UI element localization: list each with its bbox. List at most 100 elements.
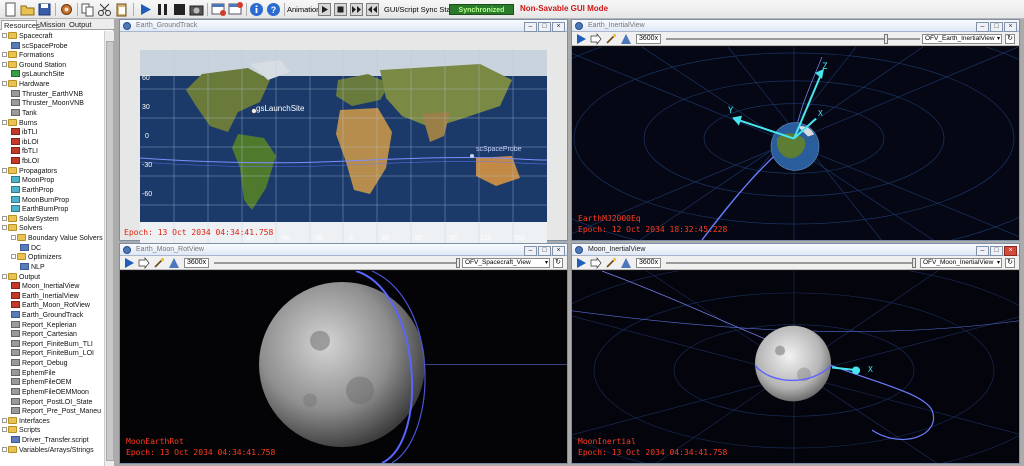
view-options-icon[interactable] (620, 257, 632, 269)
rot-view-scene[interactable]: MoonEarthRot Epoch: 13 Oct 2034 04:34:41… (120, 271, 567, 463)
expand-toggle-icon[interactable] (2, 417, 7, 423)
tree-item[interactable]: EphemFileOEMMoon (11, 387, 89, 398)
earth-groundtrack-window[interactable]: Earth_GroundTrack – □ × gsLaunchSite scS… (119, 19, 568, 245)
earth-inertial-scene[interactable]: Z Y X EarthMJ2000Eq Epoch: 12 Oct 2034 1… (572, 47, 1019, 240)
maximize-button[interactable]: □ (538, 246, 551, 256)
tab-output[interactable]: Output (67, 20, 93, 30)
tab-resources[interactable]: Resources (1, 20, 40, 30)
expand-toggle-icon[interactable] (2, 81, 7, 87)
timeline-slider[interactable] (214, 262, 460, 264)
tree-item[interactable]: Tank (11, 108, 37, 119)
wand-icon[interactable] (153, 257, 165, 269)
tree-scrollbar-thumb[interactable] (106, 41, 114, 461)
animation-speed-field[interactable]: 3600x (184, 258, 209, 268)
tree-item[interactable]: Moon_InertialView (11, 282, 79, 292)
copy-icon[interactable] (80, 2, 95, 17)
maximize-button[interactable]: □ (990, 246, 1003, 256)
tree-item[interactable]: scSpaceProbe (11, 41, 68, 52)
maximize-button[interactable]: □ (990, 22, 1003, 32)
stop-icon[interactable] (172, 2, 187, 17)
close-all-windows-icon[interactable] (211, 2, 226, 17)
tree-item[interactable]: Report_FiniteBurn_LOI (11, 349, 94, 359)
minimize-button[interactable]: – (976, 246, 989, 256)
view-options-icon[interactable] (168, 257, 180, 269)
expand-toggle-icon[interactable] (2, 52, 7, 58)
tree-item[interactable]: fbLOI (11, 157, 39, 167)
tree-folder[interactable]: Interfaces (2, 416, 50, 427)
tree-item[interactable]: MoonBurnProp (11, 195, 69, 206)
view-option-dropdown[interactable]: OFV_Moon_InertialView ▾ (920, 258, 1002, 268)
new-mission-icon[interactable] (3, 2, 18, 17)
tree-item[interactable]: Earth_InertialView (11, 291, 79, 302)
scissors-icon[interactable] (97, 2, 112, 17)
tree-folder[interactable]: Optimizers (11, 253, 61, 263)
tree-item[interactable]: Driver_Transfer.script (11, 436, 89, 446)
moon-inertial-scene[interactable]: X MoonInertial Epoch: 13 Oct 2034 04:34:… (572, 271, 1019, 463)
open-folder-icon[interactable] (20, 2, 35, 17)
step-icon[interactable] (138, 257, 150, 269)
tree-item[interactable]: EarthProp (11, 185, 54, 196)
animation-faster-button[interactable] (350, 3, 363, 16)
play-icon[interactable] (575, 257, 587, 269)
play-icon[interactable] (123, 257, 135, 269)
tree-item[interactable]: EarthBurnProp (11, 205, 68, 215)
expand-toggle-icon[interactable] (2, 119, 7, 125)
view-options-icon[interactable] (620, 33, 632, 45)
tree-item[interactable]: gsLaunchSite (11, 70, 64, 80)
groundtrack-canvas[interactable]: gsLaunchSite scSpaceProbe 60 30 0 -30 -6… (120, 32, 567, 245)
minimize-button[interactable]: – (976, 22, 989, 32)
screenshot-icon[interactable] (189, 2, 204, 17)
tree-folder[interactable]: Spacecraft (2, 32, 52, 42)
close-window-icon[interactable] (228, 2, 243, 17)
minimize-button[interactable]: – (524, 22, 537, 32)
expand-toggle-icon[interactable] (2, 273, 7, 279)
step-icon[interactable] (590, 33, 602, 45)
tree-item[interactable]: MoonProp (11, 176, 54, 186)
timeline-slider-thumb[interactable] (912, 258, 916, 268)
tree-item[interactable]: DC (20, 243, 41, 254)
close-button[interactable]: × (1004, 22, 1017, 32)
tree-item[interactable]: EphemFile (11, 368, 55, 379)
paste-icon[interactable] (114, 2, 129, 17)
view-option-dropdown[interactable]: OFV_Spacecraft_View ▾ (462, 258, 550, 268)
tree-folder[interactable]: Boundary Value Solvers (11, 234, 103, 244)
tree-folder[interactable]: Variables/Arrays/Strings (2, 445, 94, 456)
earth-moon-rot-view-window[interactable]: Earth_Moon_RotView – □ × 3600x OFV_Spacecr… (119, 243, 568, 464)
view-option-dropdown[interactable]: OFV_Earth_InertialView ▾ (922, 34, 1002, 44)
save-icon[interactable] (37, 2, 52, 17)
expand-toggle-icon[interactable] (2, 33, 7, 38)
info-icon[interactable] (249, 2, 264, 17)
earth-inertial-view-window[interactable]: Earth_InertialView – □ × 3600x OFV_Earth_I… (571, 19, 1020, 241)
tree-item[interactable]: Report_PostLOI_State (11, 397, 92, 408)
tree-folder[interactable]: SolarSystem (2, 214, 59, 225)
gear-icon[interactable] (59, 2, 74, 17)
timeline-slider-thumb[interactable] (456, 258, 460, 268)
tree-folder[interactable]: Propagators (2, 166, 57, 177)
expand-toggle-icon[interactable] (11, 235, 16, 241)
minimize-button[interactable]: – (524, 246, 537, 256)
close-button[interactable]: × (552, 22, 565, 32)
expand-toggle-icon[interactable] (11, 254, 16, 260)
animation-play-button[interactable] (318, 3, 331, 16)
close-button[interactable]: × (1004, 246, 1017, 256)
tree-item[interactable]: EphemFileOEM (11, 378, 71, 388)
animation-speed-field[interactable]: 3600x (636, 34, 661, 44)
maximize-button[interactable]: □ (538, 22, 551, 32)
run-icon[interactable] (138, 2, 153, 17)
close-button[interactable]: × (552, 246, 565, 256)
timeline-slider[interactable] (666, 262, 916, 264)
play-icon[interactable] (575, 33, 587, 45)
reset-view-icon[interactable]: ↻ (553, 258, 563, 268)
tree-folder[interactable]: Scripts (2, 426, 40, 436)
tree-item[interactable]: Thruster_MoonVNB (11, 99, 84, 109)
timeline-slider-thumb[interactable] (884, 34, 888, 44)
tree-folder[interactable]: Burns (2, 118, 37, 129)
step-icon[interactable] (590, 257, 602, 269)
reset-view-icon[interactable]: ↻ (1005, 34, 1015, 44)
tree-item[interactable]: Report_FiniteBurn_TLI (11, 339, 93, 350)
tree-item[interactable]: Report_Cartesian (11, 330, 77, 340)
tree-item[interactable]: Earth_Moon_RotView (11, 301, 90, 311)
timeline-slider[interactable] (666, 38, 920, 40)
tree-item[interactable]: Earth_GroundTrack (11, 310, 83, 321)
wand-icon[interactable] (605, 33, 617, 45)
